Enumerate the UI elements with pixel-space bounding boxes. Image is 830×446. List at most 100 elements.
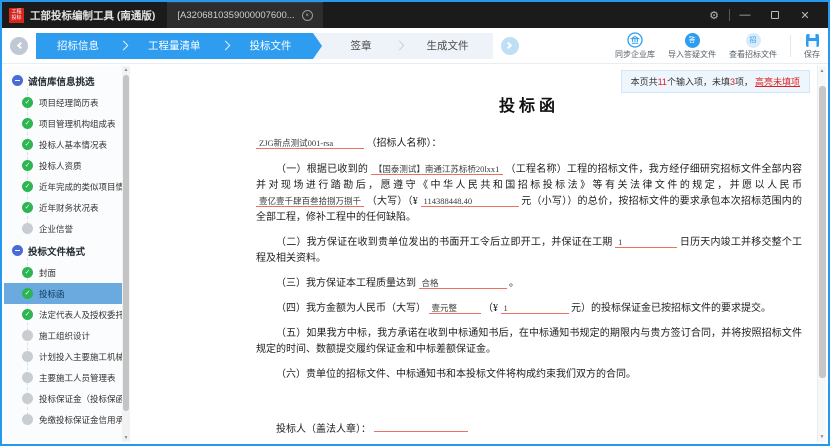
sidebar-item-enterprise-credit[interactable]: 企业信誉 (4, 218, 122, 239)
scroll-up-icon[interactable]: ▲ (818, 68, 826, 74)
text-run: 项， (735, 77, 753, 87)
project-tab[interactable]: [A3206810359000007600... × (167, 2, 322, 28)
amount-number-field[interactable]: 114388448.40 (421, 196, 519, 207)
paragraph-6: （六）贵单位的招标文件、中标通知书和本投标文件将构成约束我们双方的合同。 (256, 367, 802, 383)
sidebar-item-similar-projects[interactable]: 近年完成的类似项目情况表 (4, 176, 122, 197)
scroll-down-icon[interactable]: ▼ (122, 435, 130, 441)
scroll-up-icon[interactable]: ▲ (122, 67, 130, 73)
highlight-missing-link[interactable]: 高亮未填项 (755, 77, 800, 87)
amount-words-field[interactable]: 壹亿壹千肆百叁拾捌万捌千 (256, 196, 364, 207)
sidebar-item-pm-org[interactable]: 项目管理机构组成表 (4, 113, 122, 134)
step-generate-file[interactable]: 生成文件 (403, 38, 493, 53)
sidebar-item-bidder-basic[interactable]: 投标人基本情况表 (4, 134, 122, 155)
collapse-minus-icon[interactable] (12, 75, 23, 86)
text-run: 个输入项，未填 (667, 77, 730, 87)
close-button[interactable]: ✕ (790, 2, 820, 28)
text-run: 元）的投标保证金已按招标文件的要求提交。 (571, 303, 771, 314)
pending-circle-icon (22, 372, 33, 383)
wizard-steps: 招标信息 工程量清单 投标文件 签章 生成文件 (36, 33, 493, 59)
text-run: （大写）（¥ (367, 196, 418, 207)
quality-standard-field[interactable]: 合格 (419, 278, 507, 289)
sidebar-item-cover[interactable]: 封面 (4, 262, 122, 283)
title-bar: 工程 投标 工部投标编制工具 (南通版) [A32068103590000076… (2, 2, 828, 28)
scroll-down-icon[interactable]: ▼ (818, 434, 826, 440)
sidebar-section-bid-format[interactable]: 投标文件格式 (4, 239, 122, 262)
check-icon (22, 139, 33, 150)
project-name-field[interactable]: 【国泰测试】南通江苏标桥20lxx1 (371, 164, 503, 175)
step-bid-document[interactable]: 投标文件 (229, 38, 313, 53)
text-run: （二）我方保证在收到贵单位发出的书面开工令后立即开工，并保证在工期 (276, 237, 612, 248)
content-scroll-thumb[interactable] (819, 86, 826, 378)
settings-gear-icon[interactable]: ⚙ (699, 2, 729, 28)
bond-number-field[interactable]: 1 (501, 303, 569, 314)
section-tree: 封面 投标函 法定代表人及授权委托书 施工组织设计 计划投入主要施工机械设...… (4, 262, 122, 430)
check-icon (22, 309, 33, 320)
check-icon (22, 288, 33, 299)
collapse-minus-icon[interactable] (12, 245, 23, 256)
bond-words-field[interactable]: 壹元整 (429, 303, 481, 314)
text-run: （六）贵单位的招标文件、中标通知书和本投标文件将构成约束我们双方的合同。 (276, 369, 636, 380)
sidebar-item-financial-status[interactable]: 近年财务状况表 (4, 197, 122, 218)
paragraph-1: （一）根据已收到的 【国泰测试】南通江苏标桥20lxx1 （工程名称）工程的招标… (256, 162, 802, 226)
maximize-icon (771, 11, 779, 19)
app-window: 工程 投标 工部投标编制工具 (南通版) [A32068103590000076… (0, 0, 830, 446)
text-run: 投标人（盖法人章）： (276, 424, 371, 435)
sidebar-section-credit-library[interactable]: 诚信库信息挑选 (4, 69, 122, 92)
sidebar-item-bond-exemption[interactable]: 免缴投标保证金信用承诺书 (4, 409, 122, 430)
recipient-line: ZJG新点测试001-rsa （招标人名称）： (256, 136, 802, 152)
step-signature[interactable]: 签章 (327, 38, 396, 53)
paragraph-3: （三）我方保证本工程质量达到 合格 。 (256, 276, 802, 292)
duration-days-field[interactable]: 1 (615, 237, 677, 248)
paragraph-5: （五）如果我方中标，我方承诺在收到中标通知书后，在中标通知书规定的期限内与贵方签… (256, 326, 802, 358)
view-tender-file-button[interactable]: 招 查看招标文件 (729, 33, 777, 60)
minimize-button[interactable]: — (730, 2, 760, 28)
sidebar-item-bidder-qualification[interactable]: 投标人资质 (4, 155, 122, 176)
check-icon (22, 202, 33, 213)
tab-close-icon[interactable]: × (302, 10, 313, 21)
qa-file-icon: 答 (685, 33, 700, 48)
step-boq[interactable]: 工程量清单 (127, 38, 222, 53)
pending-circle-icon (22, 393, 33, 404)
check-icon (22, 267, 33, 278)
section-title: 诚信库信息挑选 (28, 74, 95, 88)
active-step-arrow (313, 33, 322, 59)
import-qa-file-button[interactable]: 答 导入答疑文件 (668, 33, 716, 60)
main-body: 诚信库信息挑选 项目经理简历表 项目管理机构组成表 投标人基本情况表 投标人资质… (4, 66, 826, 442)
pending-circle-icon (22, 330, 33, 341)
sidebar-scrollbar[interactable]: ▲ ▼ (122, 66, 130, 442)
tenderer-name-field[interactable]: ZJG新点测试001-rsa (256, 138, 364, 149)
sidebar-item-bid-letter[interactable]: 投标函 (4, 283, 122, 304)
content-scrollbar[interactable]: ▲ ▼ (817, 66, 826, 442)
logo-text: 投标 (11, 15, 21, 21)
sidebar: 诚信库信息挑选 项目经理简历表 项目管理机构组成表 投标人基本情况表 投标人资质… (4, 66, 130, 442)
sidebar-item-planned-machinery[interactable]: 计划投入主要施工机械设... (4, 346, 122, 367)
total-inputs-count: 11 (658, 77, 667, 87)
steps-prev-button[interactable] (10, 37, 28, 55)
toolbar-divider (790, 35, 791, 57)
text-run: （¥ (483, 303, 498, 314)
step-tender-info[interactable]: 招标信息 (36, 38, 120, 53)
steps-next-button[interactable] (501, 37, 519, 55)
sidebar-item-legal-rep-authorization[interactable]: 法定代表人及授权委托书 (4, 304, 122, 325)
check-icon (22, 160, 33, 171)
app-logo: 工程 投标 (9, 8, 24, 23)
paragraph-2: （二）我方保证在收到贵单位发出的书面开工令后立即开工，并保证在工期 1 日历天内… (256, 235, 802, 267)
sidebar-scroll-thumb[interactable] (123, 75, 129, 411)
sidebar-item-bid-bond[interactable]: 投标保证金（投标保函） (4, 388, 122, 409)
maximize-button[interactable] (760, 2, 790, 28)
section-title: 投标文件格式 (28, 244, 85, 258)
signature-line: 投标人（盖法人章）： (256, 421, 802, 438)
pending-circle-icon (22, 223, 33, 234)
sidebar-item-pm-resume[interactable]: 项目经理简历表 (4, 92, 122, 113)
sync-enterprise-icon (627, 32, 643, 48)
window-controls: ⚙ — ✕ (699, 2, 820, 28)
project-tab-label: [A3206810359000007600... (177, 10, 294, 21)
save-button[interactable]: 保存 (804, 33, 820, 60)
app-title: 工部投标编制工具 (南通版) (30, 8, 155, 23)
sidebar-item-construction-org-design[interactable]: 施工组织设计 (4, 325, 122, 346)
sidebar-item-key-staff[interactable]: 主要施工人员管理表 (4, 367, 122, 388)
sync-enterprise-button[interactable]: 同步企业库 (615, 32, 655, 60)
step-bar: 招标信息 工程量清单 投标文件 签章 生成文件 同步企业库 (2, 28, 828, 64)
pending-circle-icon (22, 414, 33, 425)
bidder-seal-field[interactable] (374, 421, 468, 432)
